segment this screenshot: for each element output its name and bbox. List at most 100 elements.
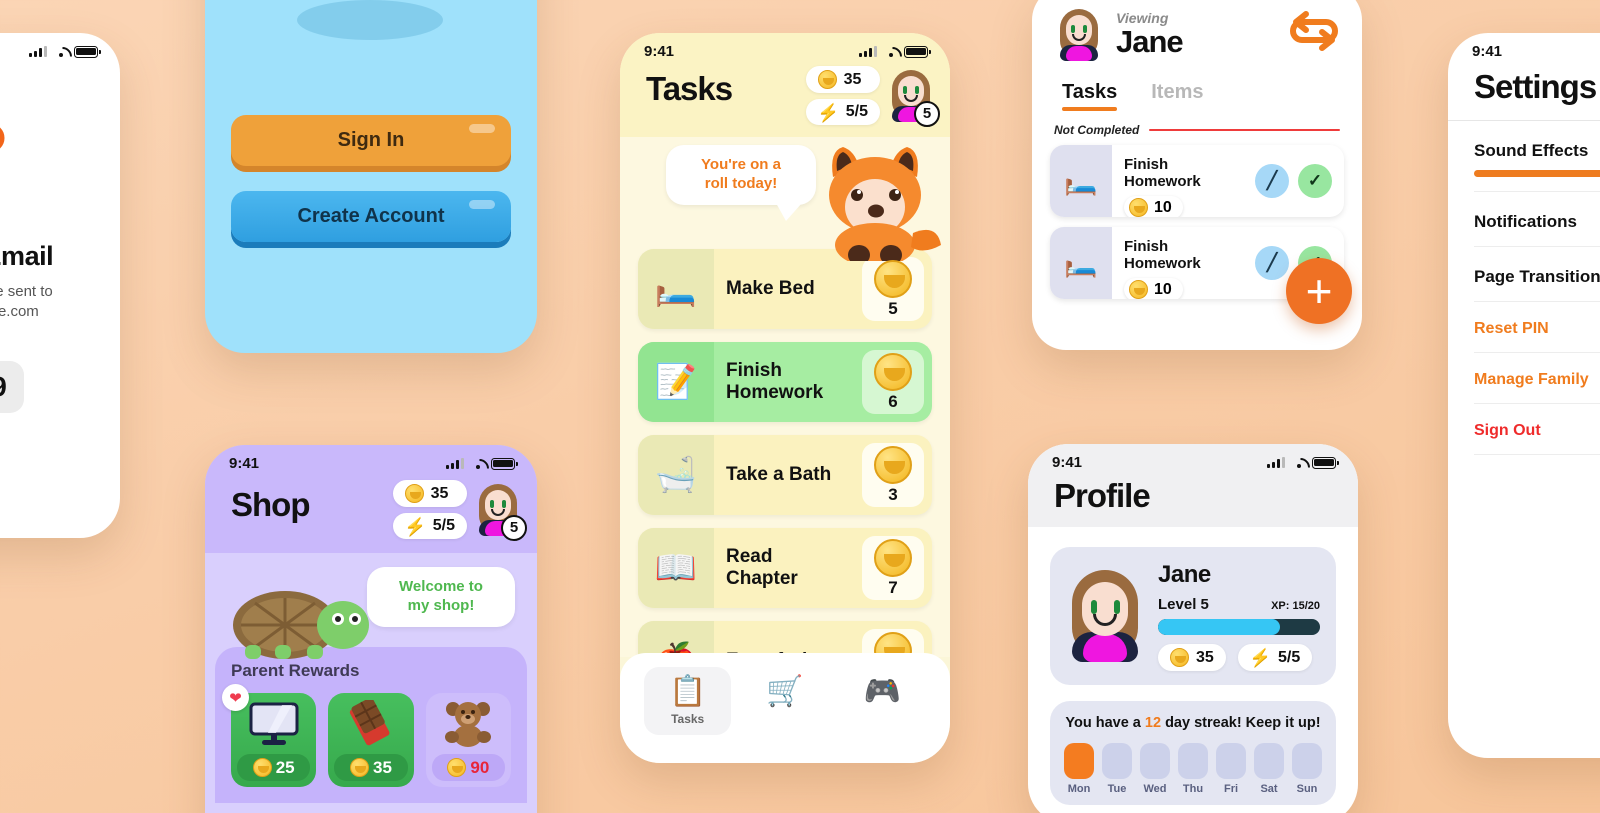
task-name: Read Chapter	[726, 546, 798, 589]
setting-row-page-transitions[interactable]: Page Transitions	[1474, 247, 1600, 302]
task-reward: 7	[862, 536, 924, 600]
sign-in-button[interactable]: Sign In	[231, 115, 511, 166]
setting-row-sound-effects[interactable]: Sound Effects	[1474, 121, 1600, 192]
edit-pencil-icon[interactable]: ╱	[1255, 246, 1289, 280]
section-label: Not Completed	[1054, 123, 1140, 137]
clipboard-icon: 📋	[668, 675, 707, 708]
profile-name: Jane	[1158, 561, 1211, 588]
coin-icon	[874, 538, 912, 577]
reward-item[interactable]: 90	[425, 693, 511, 787]
page-title: Settings	[1474, 68, 1597, 105]
tab-label: Tasks	[671, 712, 705, 726]
avatar-shirt	[1066, 45, 1092, 61]
level-label: Level 5	[1158, 596, 1209, 613]
check-icon[interactable]: ✓	[1298, 164, 1332, 198]
tab-shop[interactable]: 🛒	[741, 667, 828, 735]
button-gloss	[469, 124, 495, 133]
day-label: Mon	[1067, 783, 1091, 795]
reward-price: 35	[334, 754, 408, 781]
avatar[interactable]: 5	[888, 69, 940, 127]
coin-icon	[1129, 198, 1148, 217]
hud-pills: 35 ⚡ 5/5	[805, 66, 880, 125]
tasks-screen: 9:41 Tasks 35 ⚡ 5/5 5 You're on a roll t…	[620, 33, 950, 763]
switch-user-icon[interactable]	[1286, 8, 1342, 61]
sound-effects-toggle[interactable]	[1474, 170, 1600, 177]
coin-icon	[447, 758, 467, 777]
streak-bar	[1102, 743, 1132, 779]
status-time: 9:41	[229, 455, 260, 472]
avatar-eye	[502, 499, 506, 508]
setting-label: Sound Effects	[1474, 141, 1589, 160]
edit-pencil-icon[interactable]: ╱	[1255, 164, 1289, 198]
battery-icon	[491, 457, 518, 470]
welcome-screen: Sign In Create Account	[205, 0, 537, 353]
button-gloss	[469, 200, 495, 209]
tab-tasks[interactable]: Tasks	[1062, 81, 1118, 111]
tab-tasks[interactable]: 📋 Tasks	[644, 667, 732, 735]
reset-pin-link[interactable]: Reset PIN	[1474, 302, 1600, 353]
avatar-eye	[903, 85, 907, 94]
avatar-shirt	[1083, 634, 1127, 662]
sign-out-link[interactable]: Sign Out	[1474, 404, 1600, 455]
tasks-speech-bubble: You're on a roll today!	[666, 145, 816, 221]
shop-mascot-row: Welcome to my shop!	[205, 553, 537, 659]
avatar-eye	[1114, 600, 1120, 614]
reward-item[interactable]: ❤ 25	[222, 684, 317, 787]
streak-card: You have a 12 day streak! Keep it up! Mo…	[1050, 701, 1336, 805]
streak-day: Fri	[1216, 743, 1246, 795]
xp-label: XP: 15/20	[1271, 600, 1320, 612]
streak-bar	[1292, 743, 1322, 779]
avatar-face	[1082, 582, 1128, 636]
profile-screen: 9:41 Profile Jane Level 5 XP: 15/20 35 ⚡…	[1028, 444, 1358, 813]
fox-mascot-icon	[205, 0, 537, 115]
code-input-group[interactable]: 4 9	[0, 360, 94, 413]
viewing-info: Viewing Jane	[1116, 10, 1272, 60]
parent-task-row[interactable]: 🛏️ Finish Homework 10 ╱ ✓	[1050, 145, 1344, 217]
homework-icon: 📝	[638, 342, 714, 422]
create-account-button[interactable]: Create Account	[231, 191, 511, 242]
setting-label: Page Transitions	[1474, 267, 1600, 286]
reward-item[interactable]: 35	[328, 693, 414, 787]
profile-stats: 35 ⚡ 5/5	[1158, 644, 1320, 671]
task-name: Finish Homework	[726, 360, 824, 403]
status-bar: 9:41	[1448, 33, 1600, 62]
tab-games[interactable]: 🎮	[839, 667, 926, 735]
battery-icon	[904, 45, 931, 58]
streak-bar	[1140, 743, 1170, 779]
xp-progress-fill	[1158, 619, 1280, 635]
add-task-button[interactable]: +	[1286, 258, 1352, 324]
settings-list: Sound Effects Notifications Page Transit…	[1448, 121, 1600, 455]
battery-icon	[1312, 456, 1339, 469]
bolt-icon: ⚡	[1249, 648, 1271, 667]
parent-task-info: Finish Homework 10	[1112, 227, 1255, 299]
setting-row-notifications[interactable]: Notifications	[1474, 192, 1600, 247]
task-reward: 6	[862, 350, 924, 414]
parent-view-header: Viewing Jane	[1032, 0, 1362, 61]
favorite-heart-icon[interactable]: ❤	[222, 684, 249, 711]
streak-day: Sun	[1292, 743, 1322, 795]
profile-header: 9:41 Profile	[1028, 444, 1358, 527]
code-digit-field[interactable]: 9	[0, 360, 24, 413]
task-reward: 3	[862, 443, 924, 507]
manage-family-link[interactable]: Manage Family	[1474, 353, 1600, 404]
cellular-signal-icon	[446, 458, 464, 469]
energy-pill: ⚡ 5/5	[392, 513, 467, 539]
settings-header: 9:41 Settings	[1448, 33, 1600, 121]
coin-icon	[874, 352, 912, 391]
avatar-eye	[915, 85, 919, 94]
apple-icon: 🍎	[638, 621, 714, 657]
wifi-icon	[470, 458, 485, 469]
task-row[interactable]: 📖 Read Chapter 7	[638, 528, 932, 608]
tab-items[interactable]: Items	[1151, 81, 1203, 111]
task-row[interactable]: 📝 Finish Homework 6	[638, 342, 932, 422]
streak-day: Thu	[1178, 743, 1208, 795]
task-row[interactable]: 🍎 Eat a fruit 4	[638, 621, 932, 657]
day-label: Thu	[1182, 783, 1204, 795]
avatar[interactable]	[1056, 8, 1102, 61]
avatar-eye	[1083, 24, 1087, 33]
resend-code-link[interactable]: Resend	[0, 447, 94, 463]
avatar[interactable]: 5	[475, 483, 527, 541]
task-row[interactable]: 🛁 Take a Bath 3	[638, 435, 932, 515]
task-row[interactable]: 🛏️ Make Bed 5	[638, 249, 932, 329]
child-name: Jane	[1116, 23, 1184, 59]
